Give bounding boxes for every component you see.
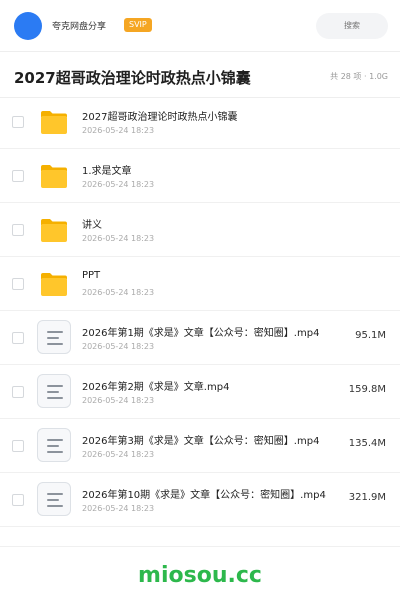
svip-badge: SVIP [124,18,152,32]
select-checkbox[interactable] [12,170,24,182]
item-date: 2026-05-24 18:23 [82,342,155,351]
folder-icon [41,219,67,242]
item-size: 159.8M [348,384,386,395]
select-checkbox[interactable] [12,332,24,344]
share-title-bar: 2027超哥政治理论时政热点小锦囊 共 28 项 · 1.0G [0,52,400,98]
item-name[interactable]: 1.求是文章 [82,162,338,177]
item-date: 2026-05-24 18:23 [82,126,155,135]
list-item[interactable]: 1.求是文章 2026-05-24 18:23 [0,149,400,203]
document-icon [37,428,71,462]
item-name[interactable]: PPT [82,270,338,281]
share-meta: 共 28 项 · 1.0G [330,72,388,81]
file-list: 2027超哥政治理论时政热点小锦囊 2026-05-24 18:23 1.求是文章 2… [0,95,400,527]
select-checkbox[interactable] [12,494,24,506]
item-date: 2026-05-24 18:23 [82,504,155,513]
folder-icon [41,111,67,134]
item-date: 2026-05-24 18:23 [82,234,155,243]
item-size: 135.4M [348,438,386,449]
site-watermark: miosou.cc [138,563,262,588]
list-item[interactable]: 讲义 2026-05-24 18:23 [0,203,400,257]
item-name[interactable]: 2026年第10期《求是》文章【公众号：密知圈】.mp4 [82,486,338,501]
folder-icon [41,273,67,296]
item-name[interactable]: 2027超哥政治理论时政热点小锦囊 [82,108,338,123]
item-date: 2026-05-24 18:23 [82,180,155,189]
item-name[interactable]: 2026年第2期《求是》文章.mp4 [82,378,338,393]
item-size: 321.9M [348,492,386,503]
item-date: 2026-05-24 18:23 [82,288,155,297]
item-date: 2026-05-24 18:23 [82,396,155,405]
document-icon [37,482,71,516]
list-item[interactable]: PPT 2026-05-24 18:23 [0,257,400,311]
search-input[interactable] [316,13,388,39]
list-item[interactable]: 2026年第3期《求是》文章【公众号：密知圈】.mp4 2026-05-24 18… [0,419,400,473]
select-checkbox[interactable] [12,224,24,236]
list-item[interactable]: 2026年第10期《求是》文章【公众号：密知圈】.mp4 2026-05-24 1… [0,473,400,527]
item-name[interactable]: 2026年第3期《求是》文章【公众号：密知圈】.mp4 [82,432,338,447]
document-icon [37,320,71,354]
share-page: 夸克网盘分享 SVIP 2027超哥政治理论时政热点小锦囊 共 28 项 · 1… [0,0,400,600]
item-size: 95.1M [355,330,386,341]
brand-name: 夸克网盘分享 [52,22,107,32]
list-item[interactable]: 2026年第2期《求是》文章.mp4 2026-05-24 18:23 159.8M [0,365,400,419]
page-title: 2027超哥政治理论时政热点小锦囊 [14,69,251,87]
item-date: 2026-05-24 18:23 [82,450,155,459]
select-checkbox[interactable] [12,386,24,398]
avatar[interactable] [14,12,42,40]
app-header: 夸克网盘分享 SVIP [0,0,400,52]
select-checkbox[interactable] [12,440,24,452]
document-icon [37,374,71,408]
select-checkbox[interactable] [12,278,24,290]
footer-divider [0,546,400,547]
item-name[interactable]: 2026年第1期《求是》文章【公众号：密知圈】.mp4 [82,324,338,339]
list-item[interactable]: 2026年第1期《求是》文章【公众号：密知圈】.mp4 2026-05-24 18… [0,311,400,365]
select-checkbox[interactable] [12,116,24,128]
list-item[interactable]: 2027超哥政治理论时政热点小锦囊 2026-05-24 18:23 [0,95,400,149]
folder-icon [41,165,67,188]
item-name[interactable]: 讲义 [82,216,338,231]
